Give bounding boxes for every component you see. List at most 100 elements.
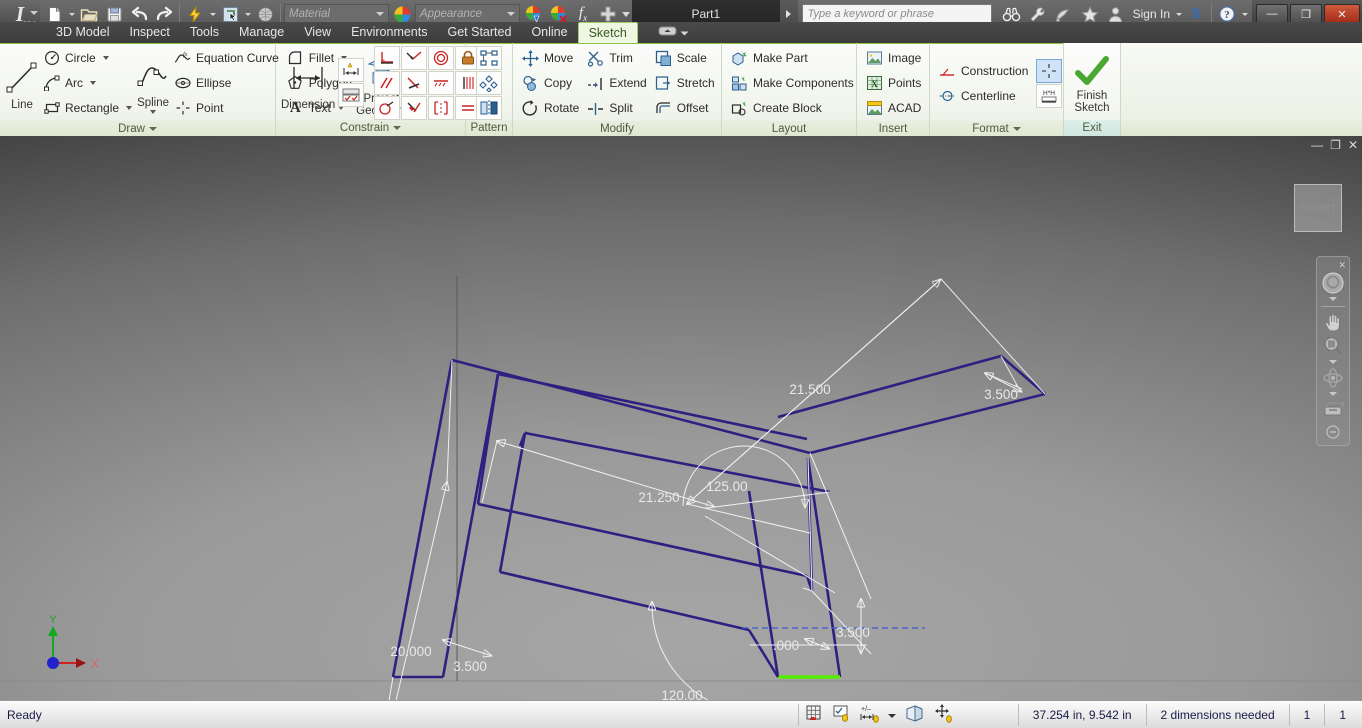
dimension-tool[interactable]: Dimension xyxy=(281,55,335,111)
grid-snap-icon[interactable] xyxy=(805,704,824,726)
dim-000[interactable]: .000 xyxy=(773,638,799,653)
tab-environments[interactable]: Environments xyxy=(341,22,437,43)
constraint-vertical[interactable] xyxy=(401,95,428,120)
dimension-display-icon[interactable]: +/– xyxy=(859,704,880,726)
material-combo[interactable]: Material xyxy=(284,4,389,24)
chevron-down-icon[interactable] xyxy=(887,708,896,722)
scale-tool[interactable]: Scale xyxy=(651,46,719,70)
construction-label: Construction xyxy=(961,63,1029,78)
panel-format-title[interactable]: Format xyxy=(930,121,1063,137)
constraint-perpendicular[interactable] xyxy=(374,45,401,70)
create-block-tool[interactable]: Create Block xyxy=(727,96,858,120)
graphics-window[interactable]: — ❐ ✕ FRONT ✕ 21.500 3.500 21.250 125.00… xyxy=(0,136,1362,700)
panel-exit-title: Exit xyxy=(1064,120,1120,136)
trim-tool[interactable]: Trim xyxy=(583,46,650,70)
dim-3-500-top-right[interactable]: 3.500 xyxy=(984,387,1018,402)
driven-dimension-toggle[interactable]: H*H xyxy=(1036,83,1063,108)
dim-20-000[interactable]: 20.000 xyxy=(390,644,431,659)
panel-draw-title[interactable]: Draw xyxy=(0,121,275,137)
tab-manage[interactable]: Manage xyxy=(229,22,294,43)
constraint-horizontal[interactable] xyxy=(374,95,401,120)
dim-3-500-right[interactable]: 3.500 xyxy=(836,625,870,640)
appearance-combo[interactable]: Appearance xyxy=(415,4,520,24)
arc-tool[interactable]: Arc xyxy=(39,71,136,95)
dim-21-500[interactable]: 21.500 xyxy=(789,382,830,397)
tab-tools[interactable]: Tools xyxy=(180,22,229,43)
make-components-tool[interactable]: Make Components xyxy=(727,71,858,95)
tab-online[interactable]: Online xyxy=(521,22,577,43)
tab-get-started[interactable]: Get Started xyxy=(438,22,522,43)
constraint-display-icon[interactable] xyxy=(832,704,851,726)
insert-acad-tool[interactable]: ACAD xyxy=(862,96,925,120)
chevron-down-icon[interactable] xyxy=(376,12,384,16)
slice-graphics-icon[interactable] xyxy=(904,704,925,726)
minimize-window-button[interactable]: — xyxy=(1256,4,1288,24)
dim-3-500-left[interactable]: 3.500 xyxy=(453,659,487,674)
line-tool[interactable]: Line xyxy=(5,55,39,111)
dim-21-250[interactable]: 21.250 xyxy=(638,490,679,505)
insert-image-tool[interactable]: Image xyxy=(862,46,925,70)
sketch-canvas[interactable]: 21.500 3.500 21.250 125.00 20.000 3.500 … xyxy=(0,136,1362,700)
chevron-down-icon[interactable] xyxy=(90,81,96,85)
points-label: Points xyxy=(888,76,922,90)
extend-tool[interactable]: Extend xyxy=(583,71,650,95)
panel-constrain-title[interactable]: Constrain xyxy=(276,120,465,136)
dim-125-00[interactable]: 125.00 xyxy=(706,479,747,494)
stretch-tool[interactable]: Stretch xyxy=(651,71,719,95)
tab-view[interactable]: View xyxy=(294,22,341,43)
restore-window-button[interactable]: ❐ xyxy=(1290,4,1322,24)
ellipse-tool[interactable]: Ellipse xyxy=(170,71,283,95)
move-tool[interactable]: Move xyxy=(518,46,583,70)
insert-points-tool[interactable]: X Points xyxy=(862,71,925,95)
chevron-down-icon[interactable] xyxy=(150,109,157,114)
doc-minimize-button[interactable]: — xyxy=(1311,139,1323,151)
center-point-toggle[interactable] xyxy=(1036,58,1063,83)
constraint-tangent[interactable] xyxy=(401,45,428,70)
split-tool[interactable]: Split xyxy=(583,96,650,120)
create-block-label: Create Block xyxy=(753,101,822,115)
doc-close-button[interactable]: ✕ xyxy=(1348,139,1358,151)
rotate-tool[interactable]: Rotate xyxy=(518,96,583,120)
ribbon-minimize-icon[interactable] xyxy=(658,24,677,42)
construction-toggle[interactable]: Construction xyxy=(935,59,1032,83)
circle-tool[interactable]: Circle xyxy=(39,46,136,70)
y-axis-label: Y xyxy=(49,614,57,626)
svg-text:H*H: H*H xyxy=(1043,90,1055,97)
chevron-down-icon[interactable] xyxy=(680,24,689,42)
constraint-coincident[interactable] xyxy=(401,70,428,95)
tab-sketch[interactable]: Sketch xyxy=(577,22,638,43)
show-constraints-button[interactable] xyxy=(338,83,365,107)
make-part-tool[interactable]: Make Part xyxy=(727,46,858,70)
sign-in-button[interactable]: Sign In xyxy=(1129,7,1174,21)
search-placeholder: Type a keyword or phrase xyxy=(807,8,934,20)
tab-inspect[interactable]: Inspect xyxy=(120,22,180,43)
offset-tool[interactable]: Offset xyxy=(651,96,719,120)
dim-120-00[interactable]: 120.00 xyxy=(661,688,702,700)
equation-curve-tool[interactable]: fx Equation Curve xyxy=(170,46,283,70)
chevron-down-icon[interactable] xyxy=(126,106,133,110)
constraint-concentric[interactable] xyxy=(428,45,455,70)
degrees-of-freedom-icon[interactable] xyxy=(933,703,952,726)
constraint-collinear[interactable] xyxy=(428,70,455,95)
chevron-down-icon[interactable] xyxy=(102,56,109,60)
rectangular-pattern-button[interactable] xyxy=(476,45,502,70)
mirror-button[interactable] xyxy=(476,95,502,120)
point-tool[interactable]: Point xyxy=(170,96,283,120)
copy-tool[interactable]: Copy xyxy=(518,71,583,95)
rectangle-tool[interactable]: Rectangle xyxy=(39,96,136,120)
auto-dimension-button[interactable] xyxy=(338,58,365,82)
doc-restore-button[interactable]: ❐ xyxy=(1330,139,1341,151)
spline-tool[interactable]: Spline xyxy=(136,53,170,114)
centerline-toggle[interactable]: Centerline xyxy=(935,84,1032,108)
chevron-down-icon[interactable] xyxy=(30,11,38,15)
constraint-parallel[interactable] xyxy=(374,70,401,95)
finish-sketch-button[interactable]: Finish Sketch xyxy=(1069,52,1115,114)
cursor-coordinates: 37.254 in, 9.542 in xyxy=(1032,707,1132,722)
sketch-profile[interactable] xyxy=(391,354,1046,679)
chevron-down-icon[interactable] xyxy=(507,12,515,16)
close-window-button[interactable]: ✕ xyxy=(1324,4,1360,24)
constraint-symmetric[interactable] xyxy=(428,95,455,120)
search-input[interactable]: Type a keyword or phrase xyxy=(801,4,992,24)
circular-pattern-button[interactable] xyxy=(476,70,502,95)
tab-3d-model[interactable]: 3D Model xyxy=(46,22,120,43)
